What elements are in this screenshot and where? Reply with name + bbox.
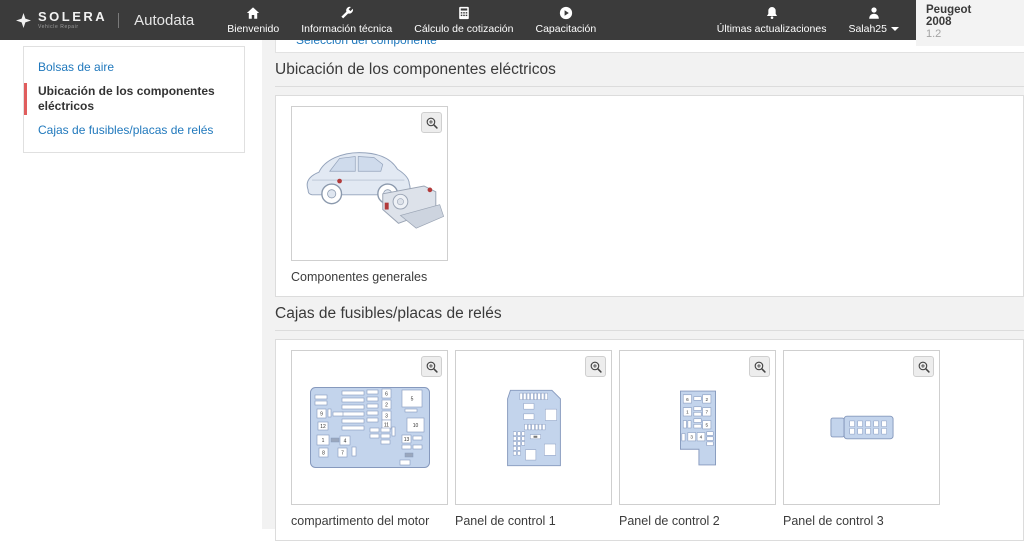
nav-label: Últimas actualizaciones (716, 22, 827, 35)
panel-component-locations: Componentes generales (275, 95, 1024, 297)
card-componentes-generales: Componentes generales (291, 106, 448, 285)
vehicle-model: 2008 (926, 16, 952, 28)
home-icon (247, 6, 260, 19)
card-panel-control-1: Panel de control 1 (455, 350, 612, 529)
vehicle-engine: 1.2 (926, 28, 942, 40)
brand-logo[interactable]: SOLERA Vehicle Repair Autodata (0, 0, 216, 40)
svg-text:4: 4 (343, 439, 346, 445)
calculator-icon (459, 6, 469, 19)
svg-text:1: 1 (686, 409, 689, 414)
thumbnail-compartimento-motor[interactable]: 6 5 2 9 3 11 12 10 1 4 13 8 7 (291, 350, 448, 505)
brand-divider (118, 12, 120, 28)
nav-right: Últimas actualizaciones Salah25 (706, 0, 916, 40)
vehicle-selector[interactable]: Peugeot 2008 1.2 (916, 0, 1024, 46)
nav-ultimas-actualizaciones[interactable]: Últimas actualizaciones (706, 0, 838, 40)
magnifier-zoom-icon (426, 361, 438, 373)
svg-text:5: 5 (410, 397, 413, 403)
thumbnail-panel-control-1[interactable] (455, 350, 612, 505)
magnifier-zoom-icon (918, 361, 930, 373)
zoom-button[interactable] (585, 356, 606, 377)
svg-text:7: 7 (705, 409, 708, 414)
panel-fuse-boxes: 6 5 2 9 3 11 12 10 1 4 13 8 7 compartime… (275, 339, 1024, 541)
bell-icon (766, 6, 777, 19)
card-label: Panel de control 3 (783, 514, 884, 528)
magnifier-zoom-icon (426, 117, 438, 129)
component-selection-link[interactable]: Selección del componente (296, 40, 437, 47)
nav-informacion-tecnica[interactable]: Información técnica (290, 0, 403, 40)
svg-text:2: 2 (705, 396, 708, 401)
sidebar-item-ubicacion-componentes[interactable]: Ubicación de los componentes eléctricos (24, 80, 244, 118)
section-title-component-locations: Ubicación de los componentes eléctricos (275, 60, 1024, 87)
svg-text:6: 6 (686, 396, 689, 401)
svg-text:10: 10 (412, 423, 418, 429)
section-title-fuse-boxes: Cajas de fusibles/placas de relés (275, 304, 1024, 331)
user-icon (868, 6, 879, 19)
zoom-button[interactable] (913, 356, 934, 377)
nav-calculo-cotizacion[interactable]: Cálculo de cotización (403, 0, 524, 40)
fuse-box-cards-row: 6 5 2 9 3 11 12 10 1 4 13 8 7 compartime… (291, 350, 1008, 529)
solera-star-icon (16, 12, 31, 28)
sidebar-item-bolsas-de-aire[interactable]: Bolsas de aire (24, 56, 244, 79)
vehicle-make: Peugeot (926, 4, 972, 16)
username: Salah25 (848, 22, 887, 35)
nav-label: Capacitación (535, 22, 597, 35)
play-icon (559, 6, 572, 19)
content-area: Selección del componente Ubicación de lo… (262, 40, 1024, 541)
brand-tagline: Vehicle Repair (38, 24, 79, 30)
svg-text:13: 13 (403, 437, 409, 443)
nav-capacitacion[interactable]: Capacitación (524, 0, 607, 40)
svg-text:4: 4 (699, 434, 702, 439)
control-panel-3-diagram (829, 415, 894, 440)
thumbnail-panel-control-2[interactable]: 6 2 1 7 5 3 4 (619, 350, 776, 505)
nav-user-menu[interactable]: Salah25 (837, 0, 910, 40)
control-panel-2-diagram: 6 2 1 7 5 3 4 (679, 390, 716, 465)
svg-text:3: 3 (690, 434, 693, 439)
nav-label: Bienvenido (227, 22, 280, 35)
svg-text:5: 5 (705, 422, 708, 427)
brand-name: SOLERA (38, 9, 108, 24)
card-panel-control-3: Panel de control 3 (783, 350, 940, 529)
magnifier-zoom-icon (590, 361, 602, 373)
card-label: compartimento del motor (291, 514, 430, 528)
engine-fusebox-diagram: 6 5 2 9 3 11 12 10 1 4 13 8 7 (309, 387, 430, 468)
thumbnail-panel-control-3[interactable] (783, 350, 940, 505)
car-components-diagram (306, 151, 444, 229)
svg-text:6: 6 (385, 392, 388, 398)
svg-text:3: 3 (385, 414, 388, 420)
magnifier-zoom-icon (754, 361, 766, 373)
thumbnail-componentes-generales[interactable] (291, 106, 448, 261)
main-nav: Bienvenido Información técnica Cálculo d… (216, 0, 607, 40)
svg-text:12: 12 (320, 424, 326, 430)
sidebar-menu: Bolsas de aire Ubicación de los componen… (23, 46, 245, 153)
wrench-icon (341, 6, 353, 18)
brand-product: Autodata (134, 11, 195, 29)
svg-text:9: 9 (320, 412, 323, 418)
zoom-button[interactable] (749, 356, 770, 377)
control-panel-1-diagram (506, 389, 561, 466)
card-panel-control-2: 6 2 1 7 5 3 4 Panel de control 2 (619, 350, 776, 529)
sidebar-item-cajas-fusibles[interactable]: Cajas de fusibles/placas de relés (24, 119, 244, 142)
caret-down-icon (891, 27, 899, 31)
card-compartimento-motor: 6 5 2 9 3 11 12 10 1 4 13 8 7 compartime… (291, 350, 448, 529)
card-label: Panel de control 2 (619, 514, 720, 528)
svg-text:8: 8 (322, 451, 325, 457)
svg-text:2: 2 (385, 403, 388, 409)
svg-text:1: 1 (321, 438, 324, 444)
top-navbar: SOLERA Vehicle Repair Autodata Bienvenid… (0, 0, 916, 40)
nav-bienvenido[interactable]: Bienvenido (216, 0, 290, 40)
brand-solera-block: SOLERA Vehicle Repair (38, 10, 107, 30)
card-label: Componentes generales (291, 270, 428, 284)
clipped-previous-row: Selección del componente (275, 40, 1024, 53)
nav-label: Cálculo de cotización (414, 22, 514, 35)
nav-label: Información técnica (301, 22, 393, 35)
card-label: Panel de control 1 (455, 514, 556, 528)
zoom-button[interactable] (421, 356, 442, 377)
svg-text:11: 11 (383, 423, 388, 429)
svg-text:7: 7 (341, 451, 344, 457)
zoom-button[interactable] (421, 112, 442, 133)
